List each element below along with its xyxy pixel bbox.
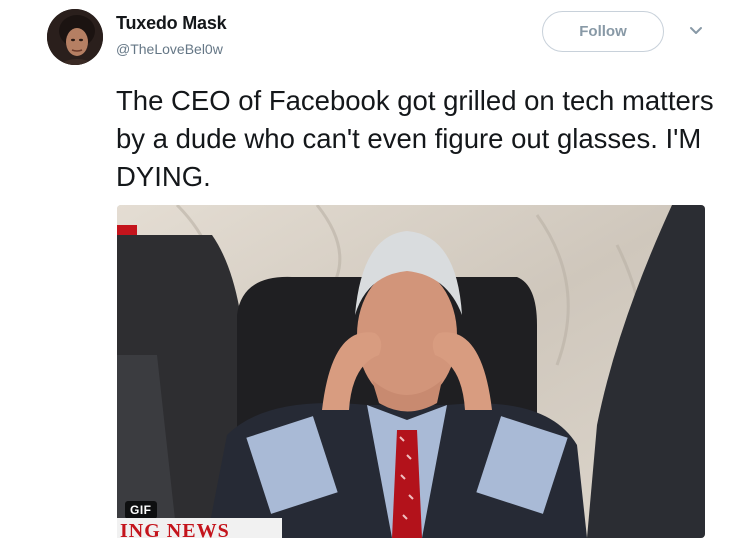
tweet-media-gif[interactable] <box>117 205 705 538</box>
news-banner-text: ING NEWS <box>120 520 230 538</box>
author-name[interactable]: Tuxedo Mask <box>116 13 227 34</box>
news-banner: ING NEWS <box>117 518 282 538</box>
avatar[interactable] <box>47 9 103 65</box>
tweet-text: The CEO of Facebook got grilled on tech … <box>116 85 714 192</box>
author-handle[interactable]: @TheLoveBel0w <box>116 41 223 57</box>
follow-button[interactable]: Follow <box>542 11 664 52</box>
chevron-down-icon[interactable] <box>689 26 703 36</box>
gif-badge: GIF <box>125 501 157 519</box>
